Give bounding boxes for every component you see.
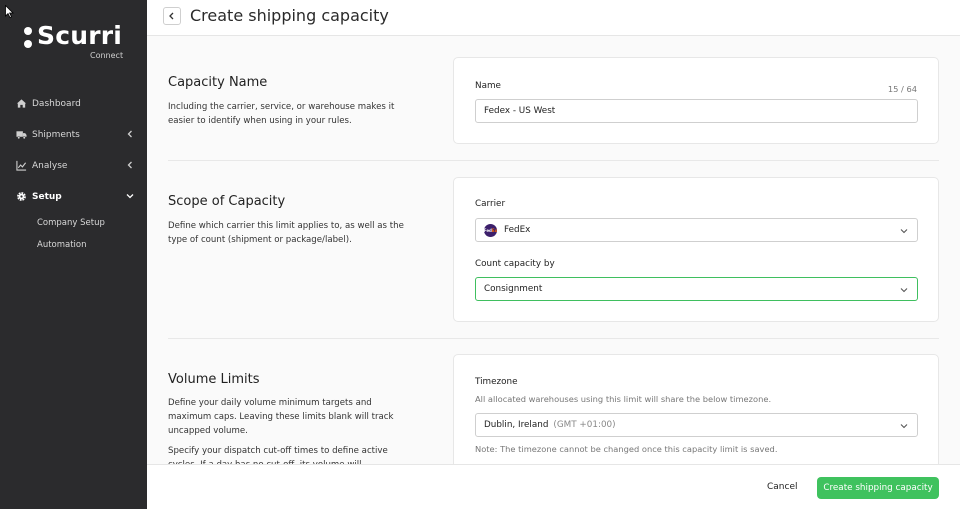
chevron-left-icon: [127, 161, 132, 169]
sidebar: Scurri Connect Dashboard Shipments Analy…: [0, 0, 147, 509]
logo-subtitle: Connect: [90, 51, 124, 60]
line-chart-icon: [16, 160, 27, 171]
carrier-select-value: FedEx: [504, 225, 531, 235]
back-button[interactable]: [163, 7, 181, 25]
mouse-cursor-icon: [5, 5, 14, 18]
name-char-counter: 15 / 64: [887, 84, 917, 94]
home-icon: [16, 99, 27, 108]
chevron-down-icon: [126, 194, 134, 199]
section-title-capacity-name: Capacity Name: [168, 75, 268, 90]
count-capacity-label: Count capacity by: [475, 259, 555, 269]
sidebar-item-label: Dashboard: [32, 98, 81, 109]
carrier-select[interactable]: Fed Ex FedEx: [475, 218, 918, 242]
section-desc-scope: Define which carrier this limit applies …: [168, 221, 404, 245]
timezone-note: Note: The timezone cannot be changed onc…: [475, 444, 778, 454]
timezone-select-value: Dublin, Ireland: [484, 420, 549, 430]
scurri-logo[interactable]: Scurri Connect: [24, 21, 124, 62]
sidebar-item-analyse[interactable]: Analyse: [0, 150, 147, 181]
timezone-label: Timezone: [475, 377, 518, 387]
count-capacity-select-value: Consignment: [484, 284, 543, 294]
chevron-left-icon: [169, 12, 174, 20]
timezone-hint: All allocated warehouses using this limi…: [475, 394, 772, 404]
name-input[interactable]: Fedex - US West: [475, 99, 918, 123]
create-shipping-capacity-button[interactable]: Create shipping capacity: [817, 477, 939, 499]
chevron-down-icon: [900, 288, 908, 293]
truck-icon: [16, 131, 27, 140]
timezone-offset: (GMT +01:00): [553, 420, 616, 430]
carrier-label: Carrier: [475, 199, 506, 209]
sidebar-item-dashboard[interactable]: Dashboard: [0, 88, 147, 119]
sidebar-subitem-automation[interactable]: Automation: [0, 234, 147, 256]
card-volume-limits: Timezone All allocated warehouses using …: [453, 354, 939, 464]
section-title-volume-limits: Volume Limits: [168, 372, 260, 387]
name-label: Name: [475, 81, 501, 91]
section-desc-volume-cutoff: Specify your dispatch cut-off times to d…: [168, 446, 388, 464]
cancel-button[interactable]: Cancel: [767, 477, 798, 497]
gear-icon: [17, 192, 26, 201]
timezone-select[interactable]: Dublin, Ireland (GMT +01:00): [475, 413, 918, 437]
card-capacity-name: Name 15 / 64 Fedex - US West: [453, 57, 939, 144]
chevron-down-icon: [900, 424, 908, 429]
sidebar-nav: Dashboard Shipments Analyse Setup Compan…: [0, 88, 147, 256]
section-desc-capacity-name: Including the carrier, service, or wareh…: [168, 102, 395, 126]
page-title: Create shipping capacity: [190, 6, 389, 25]
card-scope: Carrier Fed Ex FedEx Count capacity by Co…: [453, 177, 939, 322]
count-capacity-select[interactable]: Consignment: [475, 277, 918, 301]
chevron-left-icon: [127, 130, 132, 138]
logo-text: Scurri: [37, 21, 123, 50]
sidebar-item-setup[interactable]: Setup: [0, 181, 147, 212]
section-title-scope: Scope of Capacity: [168, 194, 286, 209]
section-divider: [168, 338, 939, 339]
name-input-value: Fedex - US West: [484, 106, 556, 116]
page-header: Create shipping capacity: [147, 0, 960, 36]
section-divider: [168, 160, 939, 161]
sidebar-item-shipments[interactable]: Shipments: [0, 119, 147, 150]
sidebar-item-label: Analyse: [32, 160, 68, 171]
form-footer: Cancel Create shipping capacity: [147, 464, 960, 509]
sidebar-subitem-company-setup[interactable]: Company Setup: [0, 212, 147, 234]
fedex-logo-icon: Fed Ex: [484, 223, 497, 237]
sidebar-item-label: Setup: [32, 191, 62, 202]
section-desc-volume-limits: Define your daily volume minimum targets…: [168, 398, 394, 436]
logo-dots: [24, 27, 34, 49]
main-content: Capacity Name Including the carrier, ser…: [147, 37, 960, 464]
chevron-down-icon: [900, 229, 908, 234]
sidebar-item-label: Shipments: [32, 129, 80, 140]
